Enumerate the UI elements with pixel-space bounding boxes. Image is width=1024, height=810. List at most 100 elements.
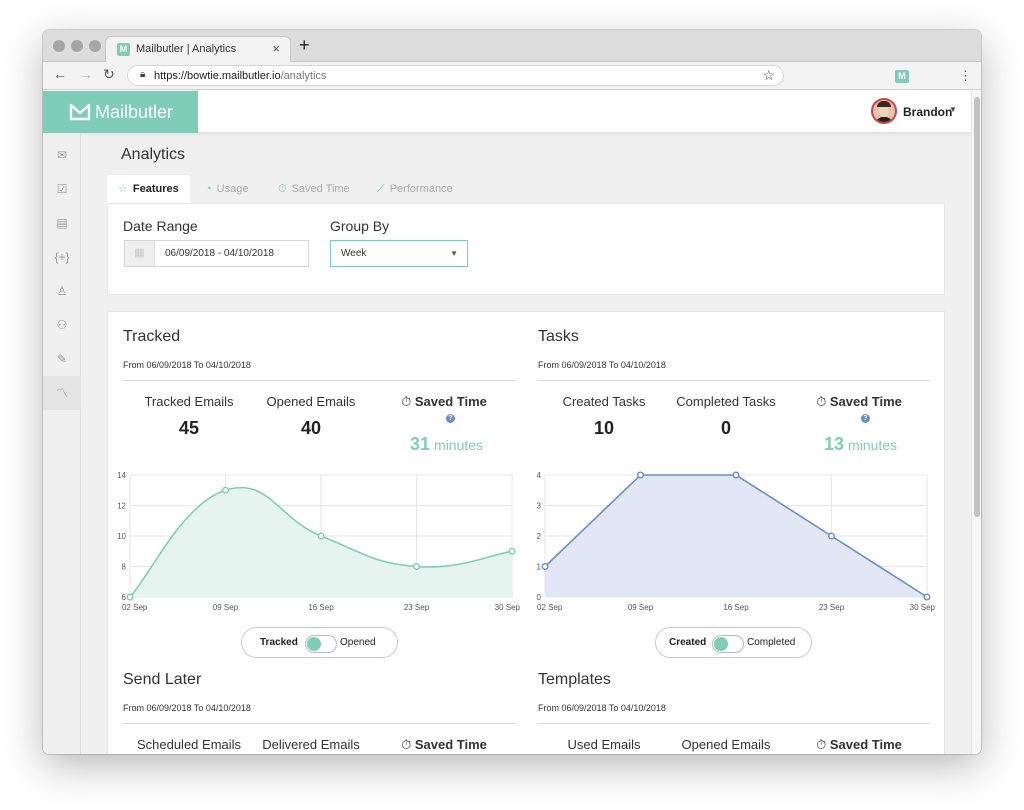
saved-time-label: ⏱︎ Saved Time [401,394,487,409]
saved-time-label: ⏱︎ Saved Time [816,394,902,409]
data-point [221,486,229,494]
stopwatch-icon: ⏱︎ [278,183,287,195]
new-tab-icon[interactable]: + [299,35,310,56]
y-tick-label: 10 [117,532,126,541]
browser-tab[interactable]: M Mailbutler | Analytics × [105,36,291,62]
y-tick-label: 0 [537,593,542,602]
date-range-label: Date Range [123,218,198,234]
avatar[interactable] [871,98,897,124]
mailbutler-extension-icon[interactable]: M [895,70,909,83]
toggle-label-completed: Completed [747,637,796,648]
y-tick-label: 3 [537,502,542,511]
filter-panel: Date Range ▦ 06/09/2018 - 04/10/2018 Gro… [107,203,945,295]
help-icon[interactable]: ? [446,414,455,423]
mailbutler-logo-icon [69,103,91,121]
scheduled-emails-label: Scheduled Emails [136,737,242,752]
data-point [541,562,549,570]
templates-icon: {+} [54,250,70,264]
logo[interactable]: Mailbutler [43,91,198,133]
data-point [923,593,931,601]
completed-tasks-value: 0 [720,418,731,438]
opened-emails-value: 40 [300,418,322,438]
group-by-select[interactable]: Week ▼ [330,240,468,267]
created-completed-toggle[interactable]: Created Completed [655,627,812,658]
tab-features[interactable]: ☆ Features [107,175,190,203]
toggle-switch[interactable] [305,635,337,653]
browser-menu-icon[interactable]: ⋮ [959,68,972,84]
y-tick-label: 8 [122,563,127,572]
browser-tab-bar: M Mailbutler | Analytics × + [43,30,981,62]
data-point [317,532,325,540]
toggle-label-opened: Opened [340,637,376,648]
browser-window: M Mailbutler | Analytics × + ← → ↻ 🔒︎ ht… [43,30,981,754]
stopwatch-icon: ⏱︎ [816,737,830,752]
completed-tasks-label: Completed Tasks [676,394,776,409]
x-tick-label: 16 Sep [308,603,334,612]
x-tick-label: 16 Sep [723,603,749,612]
sidebar-item-signatures[interactable]: ♙ [43,274,81,308]
saved-time-label: ⏱︎ Saved Time [816,737,902,752]
sidebar-item-tasks[interactable]: ☑︎ [43,172,81,206]
sidebar-item-edit[interactable]: ✎ [43,342,81,376]
delivered-emails-label: Delivered Emails [262,737,360,752]
mailbutler-favicon-icon: M [117,43,130,56]
back-icon[interactable]: ← [53,66,67,82]
tab-usage[interactable]: ◔ Usage [205,175,248,203]
created-tasks-value: 10 [593,418,615,438]
templates-card-title: Templates [538,671,611,688]
sidebar: ✉︎ ☑︎ ▤ {+} ♙ ⚇ ✎ 〽 [43,133,81,754]
x-tick-label: 23 Sep [404,603,430,612]
bookmark-star-icon[interactable]: ☆ [762,67,775,84]
opened-emails-label: Opened Emails [266,394,356,409]
x-tick-label: 30 Sep [910,603,935,612]
page-title: Analytics [121,146,186,163]
y-tick-label: 1 [537,563,542,572]
app-header: Mailbutler Brandon ▼ [43,91,971,133]
toggle-switch[interactable] [712,635,744,653]
user-menu-name[interactable]: Brandon [903,105,952,119]
sidebar-item-contacts[interactable]: ⚇ [43,308,81,342]
line-chart-icon: ⟋ [377,183,385,195]
sidebar-item-notes[interactable]: ▤ [43,206,81,240]
zoom-window-button[interactable] [89,40,101,52]
x-tick-label: 09 Sep [213,603,239,612]
group-by-label: Group By [330,218,390,234]
tracked-opened-toggle[interactable]: Tracked Opened [241,627,398,658]
scrollbar-thumb[interactable] [974,97,980,517]
address-bar[interactable]: 🔒︎ https://bowtie.mailbutler.io/analytic… [127,65,784,86]
divider [123,723,516,724]
forward-icon[interactable]: → [79,66,93,82]
saved-time-label: ⏱︎ Saved Time [401,737,487,752]
help-icon[interactable]: ? [861,414,870,423]
date-range-value: 06/09/2018 - 04/10/2018 [165,248,274,259]
tracked-card-title: Tracked [123,328,181,345]
chevron-down-icon[interactable]: ▼ [949,105,957,114]
app-viewport: Mailbutler Brandon ▼ ✉︎ ☑︎ ▤ {+} ♙ ⚇ ✎ 〽… [43,91,981,754]
tab-saved-time[interactable]: ⏱︎ Saved Time [278,175,350,203]
saved-time-value: 31 minutes [410,434,484,454]
tab-performance[interactable]: ⟋ Performance [377,175,453,203]
close-window-button[interactable] [53,40,65,52]
chevron-down-icon: ▼ [450,249,458,258]
signature-icon: ♙ [56,284,68,298]
divider [123,380,516,381]
sidebar-item-mail[interactable]: ✉︎ [43,138,81,172]
calendar-icon: ▦ [125,241,155,266]
reload-icon[interactable]: ↻ [103,66,115,83]
close-tab-icon[interactable]: × [272,41,280,56]
star-icon: ☆ [118,183,128,195]
divider [538,723,930,724]
lock-icon: 🔒︎ [140,69,146,80]
url-text: https://bowtie.mailbutler.io/analytics [154,70,327,82]
sidebar-item-analytics[interactable]: 〽 [43,376,81,410]
minimize-window-button[interactable] [71,40,83,52]
contacts-icon: ⚇ [56,318,68,332]
sidebar-item-templates[interactable]: {+} [43,240,81,274]
tracked-emails-value: 45 [178,418,200,438]
group-by-value: Week [341,248,367,259]
date-range-input[interactable]: ▦ 06/09/2018 - 04/10/2018 [124,240,309,267]
x-tick-label: 09 Sep [628,603,654,612]
edit-icon: ✎ [56,352,68,366]
y-tick-label: 6 [122,593,127,602]
page-scrollbar[interactable] [971,91,981,754]
